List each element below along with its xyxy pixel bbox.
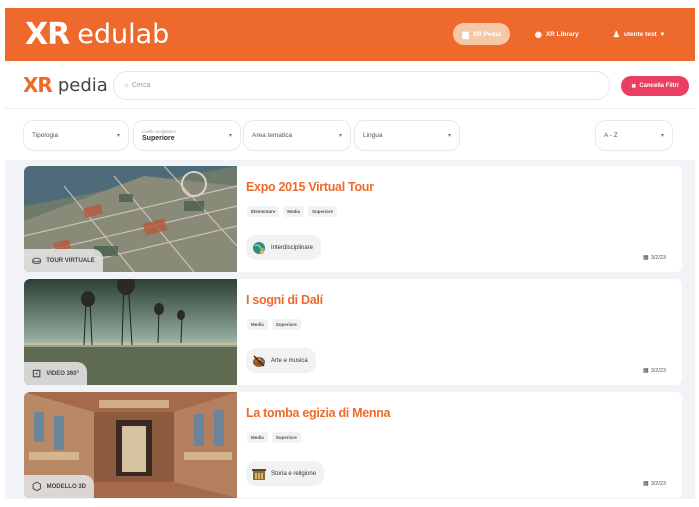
globe-icon: ◉ bbox=[534, 29, 542, 39]
art-palette-icon bbox=[251, 353, 267, 369]
card-title[interactable]: La tomba egizia di Menna bbox=[246, 406, 391, 420]
search-bar-row: XR pedia ○ Cerca ✖ Cancella Filtri bbox=[5, 63, 695, 109]
filter-area-label: Area tematica bbox=[252, 132, 293, 139]
chevron-down-icon: ▾ bbox=[228, 133, 232, 139]
pedia-wordmark: pedia bbox=[57, 74, 108, 96]
globe-subject-icon bbox=[251, 240, 267, 256]
filter-area-tematica[interactable]: Area tematica ▾ bbox=[243, 120, 351, 151]
vr-headset-icon: ⛀ bbox=[32, 255, 42, 267]
filter-lingua[interactable]: Lingua ▾ bbox=[354, 120, 460, 151]
calendar-icon: ▦ bbox=[643, 255, 649, 261]
tag: Media bbox=[283, 206, 305, 217]
result-card[interactable]: ⊡ VIDEO 360° I sogni di Dalí Media Super… bbox=[24, 279, 682, 385]
subject-label: Arte e musica bbox=[271, 357, 308, 364]
tag: Superiore bbox=[271, 432, 301, 443]
card-date-value: 3/2/23 bbox=[650, 254, 666, 261]
filter-lingua-label: Lingua bbox=[363, 132, 383, 139]
card-thumbnail[interactable]: ⬡ MODELLO 3D bbox=[24, 392, 237, 498]
top-header-bar: XR edulab ▆ XR Pedia ◉ XR Library ♟ uten… bbox=[5, 8, 695, 61]
card-date: ▦ 3/2/23 bbox=[643, 254, 666, 262]
nav-xr-pedia[interactable]: ▆ XR Pedia bbox=[453, 23, 510, 45]
book-icon: ▆ bbox=[462, 29, 469, 39]
type-badge-label: TOUR VIRTUALE bbox=[46, 257, 95, 264]
card-date-value: 3/2/23 bbox=[650, 367, 666, 374]
calendar-icon: ▦ bbox=[643, 368, 649, 374]
close-icon: ✖ bbox=[631, 83, 637, 90]
card-tags: Media Superiore bbox=[247, 319, 301, 330]
type-badge-label: MODELLO 3D bbox=[46, 483, 86, 490]
type-badge-label: VIDEO 360° bbox=[46, 370, 79, 377]
top-navigation: ▆ XR Pedia ◉ XR Library ♟ utente test ▾ bbox=[453, 23, 673, 45]
video-360-icon: ⊡ bbox=[32, 368, 42, 380]
card-date: ▦ 3/2/23 bbox=[643, 480, 666, 488]
xr-pedia-logo: XR pedia bbox=[23, 73, 108, 97]
card-thumbnail[interactable]: ⛀ TOUR VIRTUALE bbox=[24, 166, 237, 272]
results-list: ⛀ TOUR VIRTUALE Expo 2015 Virtual Tour E… bbox=[5, 160, 695, 499]
nav-xr-pedia-label: XR Pedia bbox=[472, 30, 501, 38]
chevron-down-icon: ▾ bbox=[660, 31, 664, 38]
nav-xr-library[interactable]: ◉ XR Library bbox=[526, 23, 588, 45]
card-title[interactable]: Expo 2015 Virtual Tour bbox=[246, 180, 374, 194]
filter-tipologia-label: Tipologia bbox=[32, 132, 59, 139]
search-placeholder: Cerca bbox=[131, 82, 151, 89]
filter-tipologia[interactable]: Tipologia ▾ bbox=[23, 120, 129, 151]
card-date-value: 3/2/23 bbox=[650, 480, 666, 487]
card-tags: Elementare Media Superiore bbox=[247, 206, 338, 217]
calendar-icon: ▦ bbox=[643, 481, 649, 487]
type-badge: ⊡ VIDEO 360° bbox=[24, 362, 87, 385]
user-icon: ♟ bbox=[612, 29, 620, 39]
pedia-xr-mark: XR bbox=[23, 73, 53, 97]
tag: Superiore bbox=[271, 319, 301, 330]
subject-label: Storia e religione bbox=[271, 470, 317, 477]
tag: Media bbox=[247, 432, 268, 443]
tag: Superiore bbox=[308, 206, 338, 217]
chevron-down-icon: ▾ bbox=[338, 133, 342, 139]
chevron-down-icon: ▾ bbox=[660, 133, 664, 139]
user-menu-label: utente test bbox=[623, 30, 657, 38]
xr-pedia-page: XR edulab ▆ XR Pedia ◉ XR Library ♟ uten… bbox=[0, 0, 699, 507]
tag: Elementare bbox=[247, 206, 280, 217]
result-card[interactable]: ⛀ TOUR VIRTUALE Expo 2015 Virtual Tour E… bbox=[24, 166, 682, 272]
edulab-logo[interactable]: XR edulab bbox=[25, 16, 170, 52]
nav-xr-library-label: XR Library bbox=[545, 30, 579, 38]
cube-3d-icon: ⬡ bbox=[32, 481, 42, 493]
clear-filters-button[interactable]: ✖ Cancella Filtri bbox=[621, 76, 689, 96]
card-title[interactable]: I sogni di Dalí bbox=[246, 293, 323, 307]
temple-icon bbox=[251, 466, 267, 482]
filter-livello-value: Superiore bbox=[142, 135, 175, 142]
result-card[interactable]: ⬡ MODELLO 3D La tomba egizia di Menna Me… bbox=[24, 392, 682, 498]
type-badge: ⛀ TOUR VIRTUALE bbox=[24, 249, 103, 272]
search-input[interactable]: ○ Cerca bbox=[113, 71, 610, 100]
search-icon: ○ bbox=[124, 81, 129, 90]
filter-livello-scolastico[interactable]: Livello scolastico Superiore ▾ bbox=[133, 120, 241, 151]
filter-row: Tipologia ▾ Livello scolastico Superiore… bbox=[5, 110, 695, 160]
logo-xr-mark: XR bbox=[25, 16, 70, 52]
card-date: ▦ 3/2/23 bbox=[643, 367, 666, 375]
logo-wordmark: edulab bbox=[77, 18, 170, 50]
subject-label: Interdisciplinare bbox=[271, 244, 314, 251]
subject-chip: Interdisciplinare bbox=[246, 235, 322, 260]
sort-select[interactable]: A - Z ▾ bbox=[595, 120, 673, 151]
chevron-down-icon: ▾ bbox=[447, 133, 451, 139]
clear-filters-label: Cancella Filtri bbox=[639, 83, 679, 89]
tag: Media bbox=[247, 319, 268, 330]
card-tags: Media Superiore bbox=[247, 432, 301, 443]
subject-chip: Storia e religione bbox=[246, 461, 325, 486]
type-badge: ⬡ MODELLO 3D bbox=[24, 475, 94, 498]
subject-chip: Arte e musica bbox=[246, 348, 316, 373]
card-thumbnail[interactable]: ⊡ VIDEO 360° bbox=[24, 279, 237, 385]
user-menu[interactable]: ♟ utente test ▾ bbox=[604, 23, 673, 45]
chevron-down-icon: ▾ bbox=[116, 133, 120, 139]
